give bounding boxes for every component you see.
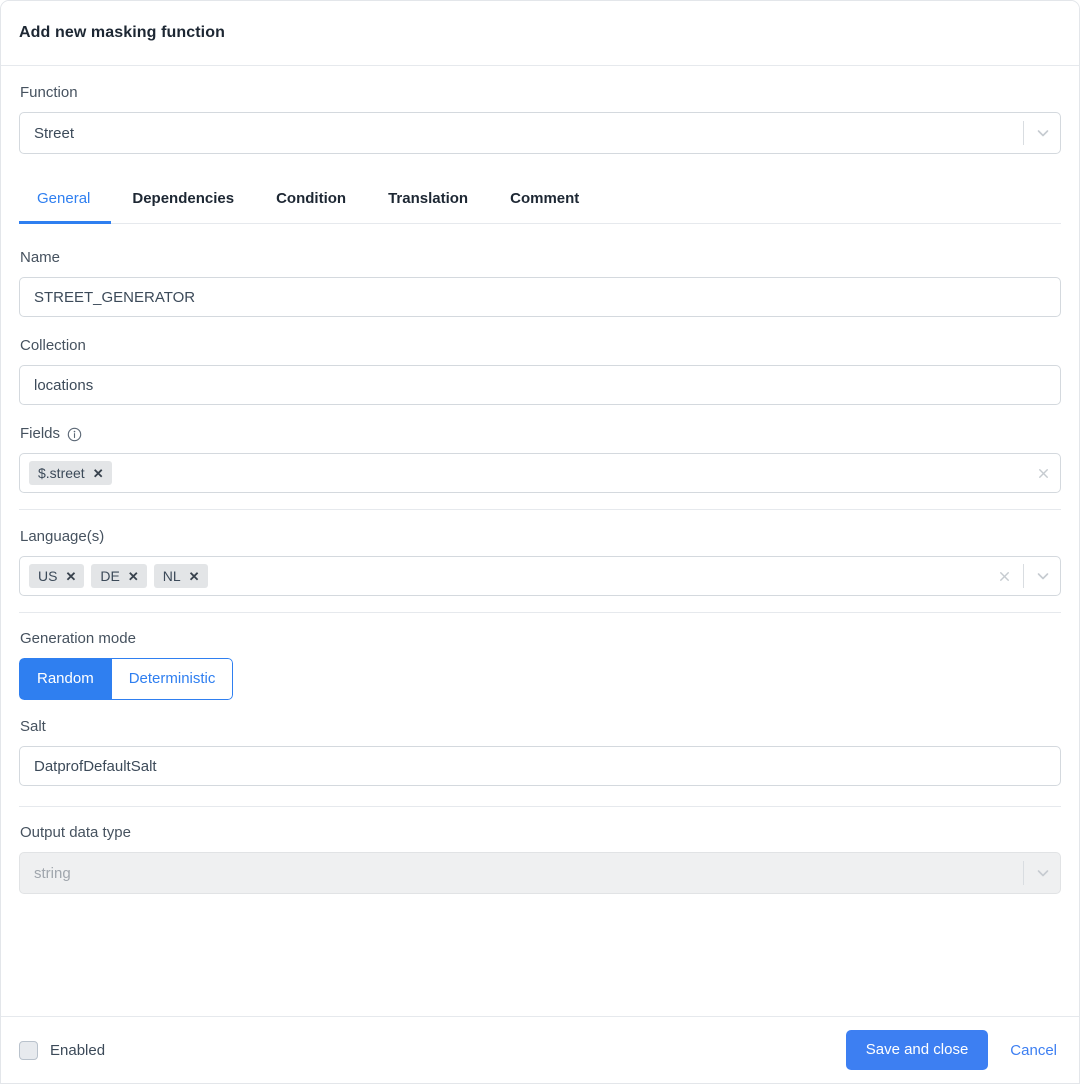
function-label: Function — [20, 84, 78, 101]
function-select[interactable]: Street — [19, 112, 1061, 154]
language-chip-label: US — [38, 568, 58, 584]
dialog-footer: Enabled Save and close Cancel — [1, 1016, 1079, 1083]
output-type-select: string — [19, 852, 1061, 894]
info-circle-icon[interactable] — [67, 427, 82, 442]
fields-label: Fields — [20, 425, 61, 442]
languages-adornments — [987, 557, 1060, 595]
output-type-group: Output data type string — [19, 824, 1061, 894]
tab-translation[interactable]: Translation — [367, 180, 489, 224]
tab-dependencies[interactable]: Dependencies — [111, 180, 255, 224]
salt-input[interactable]: DatprofDefaultSalt — [19, 746, 1061, 786]
clear-fields-icon[interactable] — [1026, 454, 1060, 492]
close-icon[interactable]: ✕ — [93, 467, 104, 480]
generation-mode-toggle: Random Deterministic — [19, 658, 234, 700]
divider-line — [1023, 121, 1024, 145]
collection-input-value: locations — [34, 377, 94, 393]
dialog-header: Add new masking function — [1, 1, 1079, 66]
divider-line — [1023, 861, 1024, 885]
languages-label: Language(s) — [20, 528, 105, 545]
chevron-down-icon[interactable] — [1026, 557, 1060, 595]
name-label: Name — [20, 249, 61, 266]
fields-field-group: Fields $.street ✕ — [19, 425, 1061, 493]
add-masking-function-dialog: Add new masking function Function Street… — [0, 0, 1080, 1084]
chevron-down-icon[interactable] — [1026, 113, 1060, 153]
enabled-label: Enabled — [50, 1041, 106, 1059]
function-select-adornments — [1021, 113, 1060, 153]
collection-input[interactable]: locations — [19, 365, 1061, 405]
collection-field-group: Collection locations — [19, 337, 1061, 405]
chevron-down-icon — [1026, 853, 1060, 893]
name-field-group: Name STREET_GENERATOR — [19, 249, 1061, 317]
fields-chip[interactable]: $.street ✕ — [29, 461, 112, 485]
fields-multiselect[interactable]: $.street ✕ — [19, 453, 1061, 493]
section-divider-languages — [19, 612, 1061, 613]
languages-multiselect[interactable]: US ✕ DE ✕ NL ✕ — [19, 556, 1061, 596]
tab-bar: General Dependencies Condition Translati… — [19, 180, 1061, 224]
fields-chip-list: $.street ✕ — [29, 461, 1026, 485]
enabled-checkbox-wrap[interactable]: Enabled — [19, 1040, 106, 1060]
language-chip[interactable]: NL ✕ — [153, 564, 208, 588]
language-chip[interactable]: DE ✕ — [91, 564, 147, 588]
language-chip[interactable]: US ✕ — [29, 564, 85, 588]
languages-field-group: Language(s) US ✕ DE ✕ NL ✕ — [19, 528, 1061, 596]
generation-mode-group: Generation mode Random Deterministic — [19, 630, 1061, 700]
section-divider-salt — [19, 806, 1061, 807]
fields-adornments — [1026, 454, 1060, 492]
tab-general[interactable]: General — [19, 180, 112, 224]
fields-chip-label: $.street — [38, 465, 85, 481]
dialog-body: Function Street General Dependencies Con… — [1, 66, 1079, 1016]
salt-input-value: DatprofDefaultSalt — [34, 758, 157, 774]
name-input[interactable]: STREET_GENERATOR — [19, 277, 1061, 317]
close-icon[interactable]: ✕ — [189, 570, 200, 583]
generation-mode-label: Generation mode — [20, 630, 136, 647]
enabled-checkbox[interactable] — [19, 1040, 38, 1060]
language-chip-label: NL — [162, 568, 181, 584]
name-input-value: STREET_GENERATOR — [34, 289, 196, 305]
output-type-adornments — [1021, 853, 1060, 893]
tab-condition[interactable]: Condition — [255, 180, 367, 224]
close-icon[interactable]: ✕ — [65, 570, 76, 583]
section-divider-fields — [19, 509, 1061, 510]
generation-mode-option-random[interactable]: Random — [19, 658, 111, 700]
salt-label: Salt — [20, 718, 46, 735]
save-and-close-button[interactable]: Save and close — [845, 1030, 989, 1070]
function-select-value: Street — [34, 125, 75, 141]
collection-label: Collection — [20, 337, 86, 354]
output-type-label: Output data type — [20, 824, 131, 841]
generation-mode-option-deterministic[interactable]: Deterministic — [110, 658, 234, 700]
function-field-group: Function Street — [19, 84, 1061, 154]
language-chip-label: DE — [100, 568, 120, 584]
cancel-button[interactable]: Cancel — [1010, 1042, 1057, 1059]
tab-comment[interactable]: Comment — [489, 180, 600, 224]
clear-languages-icon[interactable] — [987, 557, 1021, 595]
salt-field-group: Salt DatprofDefaultSalt — [19, 718, 1061, 786]
languages-chip-list: US ✕ DE ✕ NL ✕ — [29, 564, 987, 588]
dialog-title: Add new masking function — [19, 24, 225, 41]
close-icon[interactable]: ✕ — [128, 570, 139, 583]
fields-label-row: Fields — [20, 425, 1061, 443]
divider-line — [1023, 564, 1024, 588]
output-type-value: string — [34, 865, 71, 881]
